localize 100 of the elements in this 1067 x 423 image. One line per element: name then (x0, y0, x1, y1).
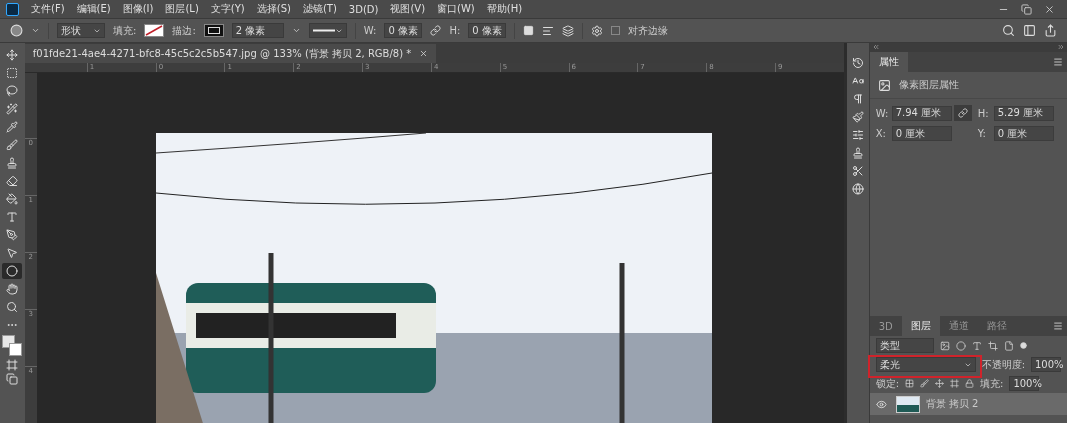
eye-icon[interactable] (875, 398, 890, 410)
path-arrangement-icon[interactable] (562, 24, 575, 37)
fill-label: 填充: (980, 376, 1004, 391)
filter-dropdown[interactable]: 类型 (875, 338, 934, 353)
path-operations-icon[interactable] (523, 25, 535, 36)
width-field[interactable]: 0 像素 (384, 23, 423, 38)
blend-mode-dropdown[interactable]: 柔光 (875, 357, 976, 372)
stroke-swatch[interactable] (203, 24, 224, 37)
dimension-field[interactable]: 0 厘米 (993, 126, 1054, 141)
menu-item[interactable]: 3D(D) (348, 3, 379, 15)
fill-field[interactable]: 100% (1009, 376, 1040, 391)
path-alignment-icon[interactable] (542, 24, 555, 37)
menu-item[interactable]: 图像(I) (122, 2, 154, 16)
opacity-field[interactable]: 100% (1031, 357, 1061, 372)
line-style-icon (312, 29, 335, 32)
hand-icon (6, 283, 19, 295)
pen-icon (6, 229, 19, 241)
menu-item[interactable]: 编辑(E) (76, 2, 111, 16)
type-filter-icon (971, 340, 982, 351)
panel-tab[interactable]: 通道 (939, 316, 978, 336)
history-icon[interactable] (851, 57, 864, 69)
panel-tab[interactable]: 属性 (869, 52, 908, 72)
fill-swatch[interactable] (144, 24, 165, 37)
menu-item[interactable]: 帮助(H) (486, 2, 523, 16)
eraser-icon (6, 175, 19, 187)
opacity-label: 不透明度: (981, 357, 1025, 372)
menu-item[interactable]: 选择(S) (256, 2, 291, 16)
lock-icon (965, 379, 974, 388)
menu-item[interactable]: 文字(Y) (210, 2, 245, 16)
expand-icon (1057, 43, 1065, 51)
crop-filter-icon (987, 340, 998, 351)
link-button[interactable] (953, 105, 972, 121)
restore-icon[interactable] (1021, 3, 1032, 15)
bucket-icon (6, 193, 19, 205)
lock-label: 锁定: (875, 376, 899, 391)
chevron-down-icon (291, 26, 301, 35)
close-icon[interactable] (1044, 3, 1055, 15)
stroke-style-dropdown[interactable] (308, 23, 347, 38)
menu-item[interactable]: 视图(V) (390, 2, 426, 16)
panel-tab[interactable]: 3D (869, 316, 902, 336)
workspace-icon[interactable] (1023, 24, 1036, 37)
zoom-icon (6, 301, 19, 313)
lasso-icon (6, 85, 19, 97)
field-label: X: (875, 128, 887, 139)
menu-item[interactable]: 滤镜(T) (302, 2, 337, 16)
sliders-icon[interactable] (851, 129, 864, 141)
scissors-icon[interactable] (851, 165, 864, 177)
align-edges-checkbox[interactable] (611, 26, 621, 35)
settings-icon[interactable] (591, 24, 604, 37)
field-label: H: (977, 107, 990, 119)
close-icon (419, 49, 429, 58)
menu-item[interactable]: 文件(F) (31, 2, 65, 16)
type-icon (6, 211, 19, 223)
layer-thumbnail (895, 395, 920, 413)
field-label: Y: (977, 128, 987, 139)
share-icon[interactable] (1044, 24, 1057, 37)
file-filter-icon (1003, 340, 1014, 351)
move-icon (935, 379, 944, 388)
menu-item[interactable]: 图层(L) (165, 2, 199, 16)
dimension-field[interactable]: 5.29 厘米 (993, 105, 1054, 121)
document-tab[interactable]: f01fde21-4ae4-4271-bfc8-45c5c2c5b547.jpg @ 133% (背景 拷贝 2, RGB/8) * (24, 44, 437, 63)
toggle-dot-icon (1019, 342, 1027, 349)
ellipse-tool[interactable] (2, 263, 23, 279)
width-label: W: (363, 25, 377, 36)
dimension-field[interactable]: 7.94 厘米 (891, 105, 952, 121)
panel-tab[interactable]: 图层 (901, 316, 940, 336)
brush-icon (920, 379, 929, 388)
pointer-icon (6, 247, 19, 259)
align-edges-label: 对齐边缘 (628, 23, 669, 38)
character-icon[interactable] (851, 75, 864, 87)
panel-menu-icon[interactable] (1053, 321, 1063, 331)
brush-settings-icon[interactable] (851, 111, 864, 123)
brush-icon (6, 139, 19, 151)
layer-name: 背景 拷贝 2 (925, 397, 979, 411)
image-filter-icon (939, 340, 950, 351)
layer-row[interactable]: 背景 拷贝 2 (869, 393, 1067, 415)
stroke-width-field[interactable]: 2 像素 (231, 23, 284, 38)
panel-menu-icon[interactable] (1053, 57, 1063, 67)
panel-tab[interactable]: 路径 (977, 316, 1016, 336)
height-field[interactable]: 0 像素 (468, 23, 507, 38)
dimension-field[interactable]: 0 厘米 (891, 126, 952, 141)
field-label: W: (875, 107, 890, 119)
move-icon (6, 49, 19, 61)
chevron-down-icon (31, 26, 40, 35)
frame-icon (950, 379, 959, 388)
quick-select-icon (6, 103, 19, 115)
collapse-icon (871, 43, 880, 51)
link-icon[interactable] (430, 25, 442, 36)
ellipse-icon (6, 265, 19, 277)
color-swatches[interactable] (2, 335, 23, 357)
mode-dropdown[interactable]: 形状 (57, 23, 105, 38)
app-logo (6, 2, 19, 16)
globe-icon[interactable] (851, 183, 864, 195)
menu-item[interactable]: 窗口(W) (437, 2, 475, 16)
ellipse-tool-icon[interactable] (10, 24, 23, 37)
paragraph-icon[interactable] (851, 93, 864, 105)
fill-label: 填充: (113, 23, 137, 38)
clone-source-icon[interactable] (851, 147, 864, 159)
search-icon[interactable] (1002, 24, 1015, 37)
panel-header: 像素图层属性 (898, 78, 959, 92)
